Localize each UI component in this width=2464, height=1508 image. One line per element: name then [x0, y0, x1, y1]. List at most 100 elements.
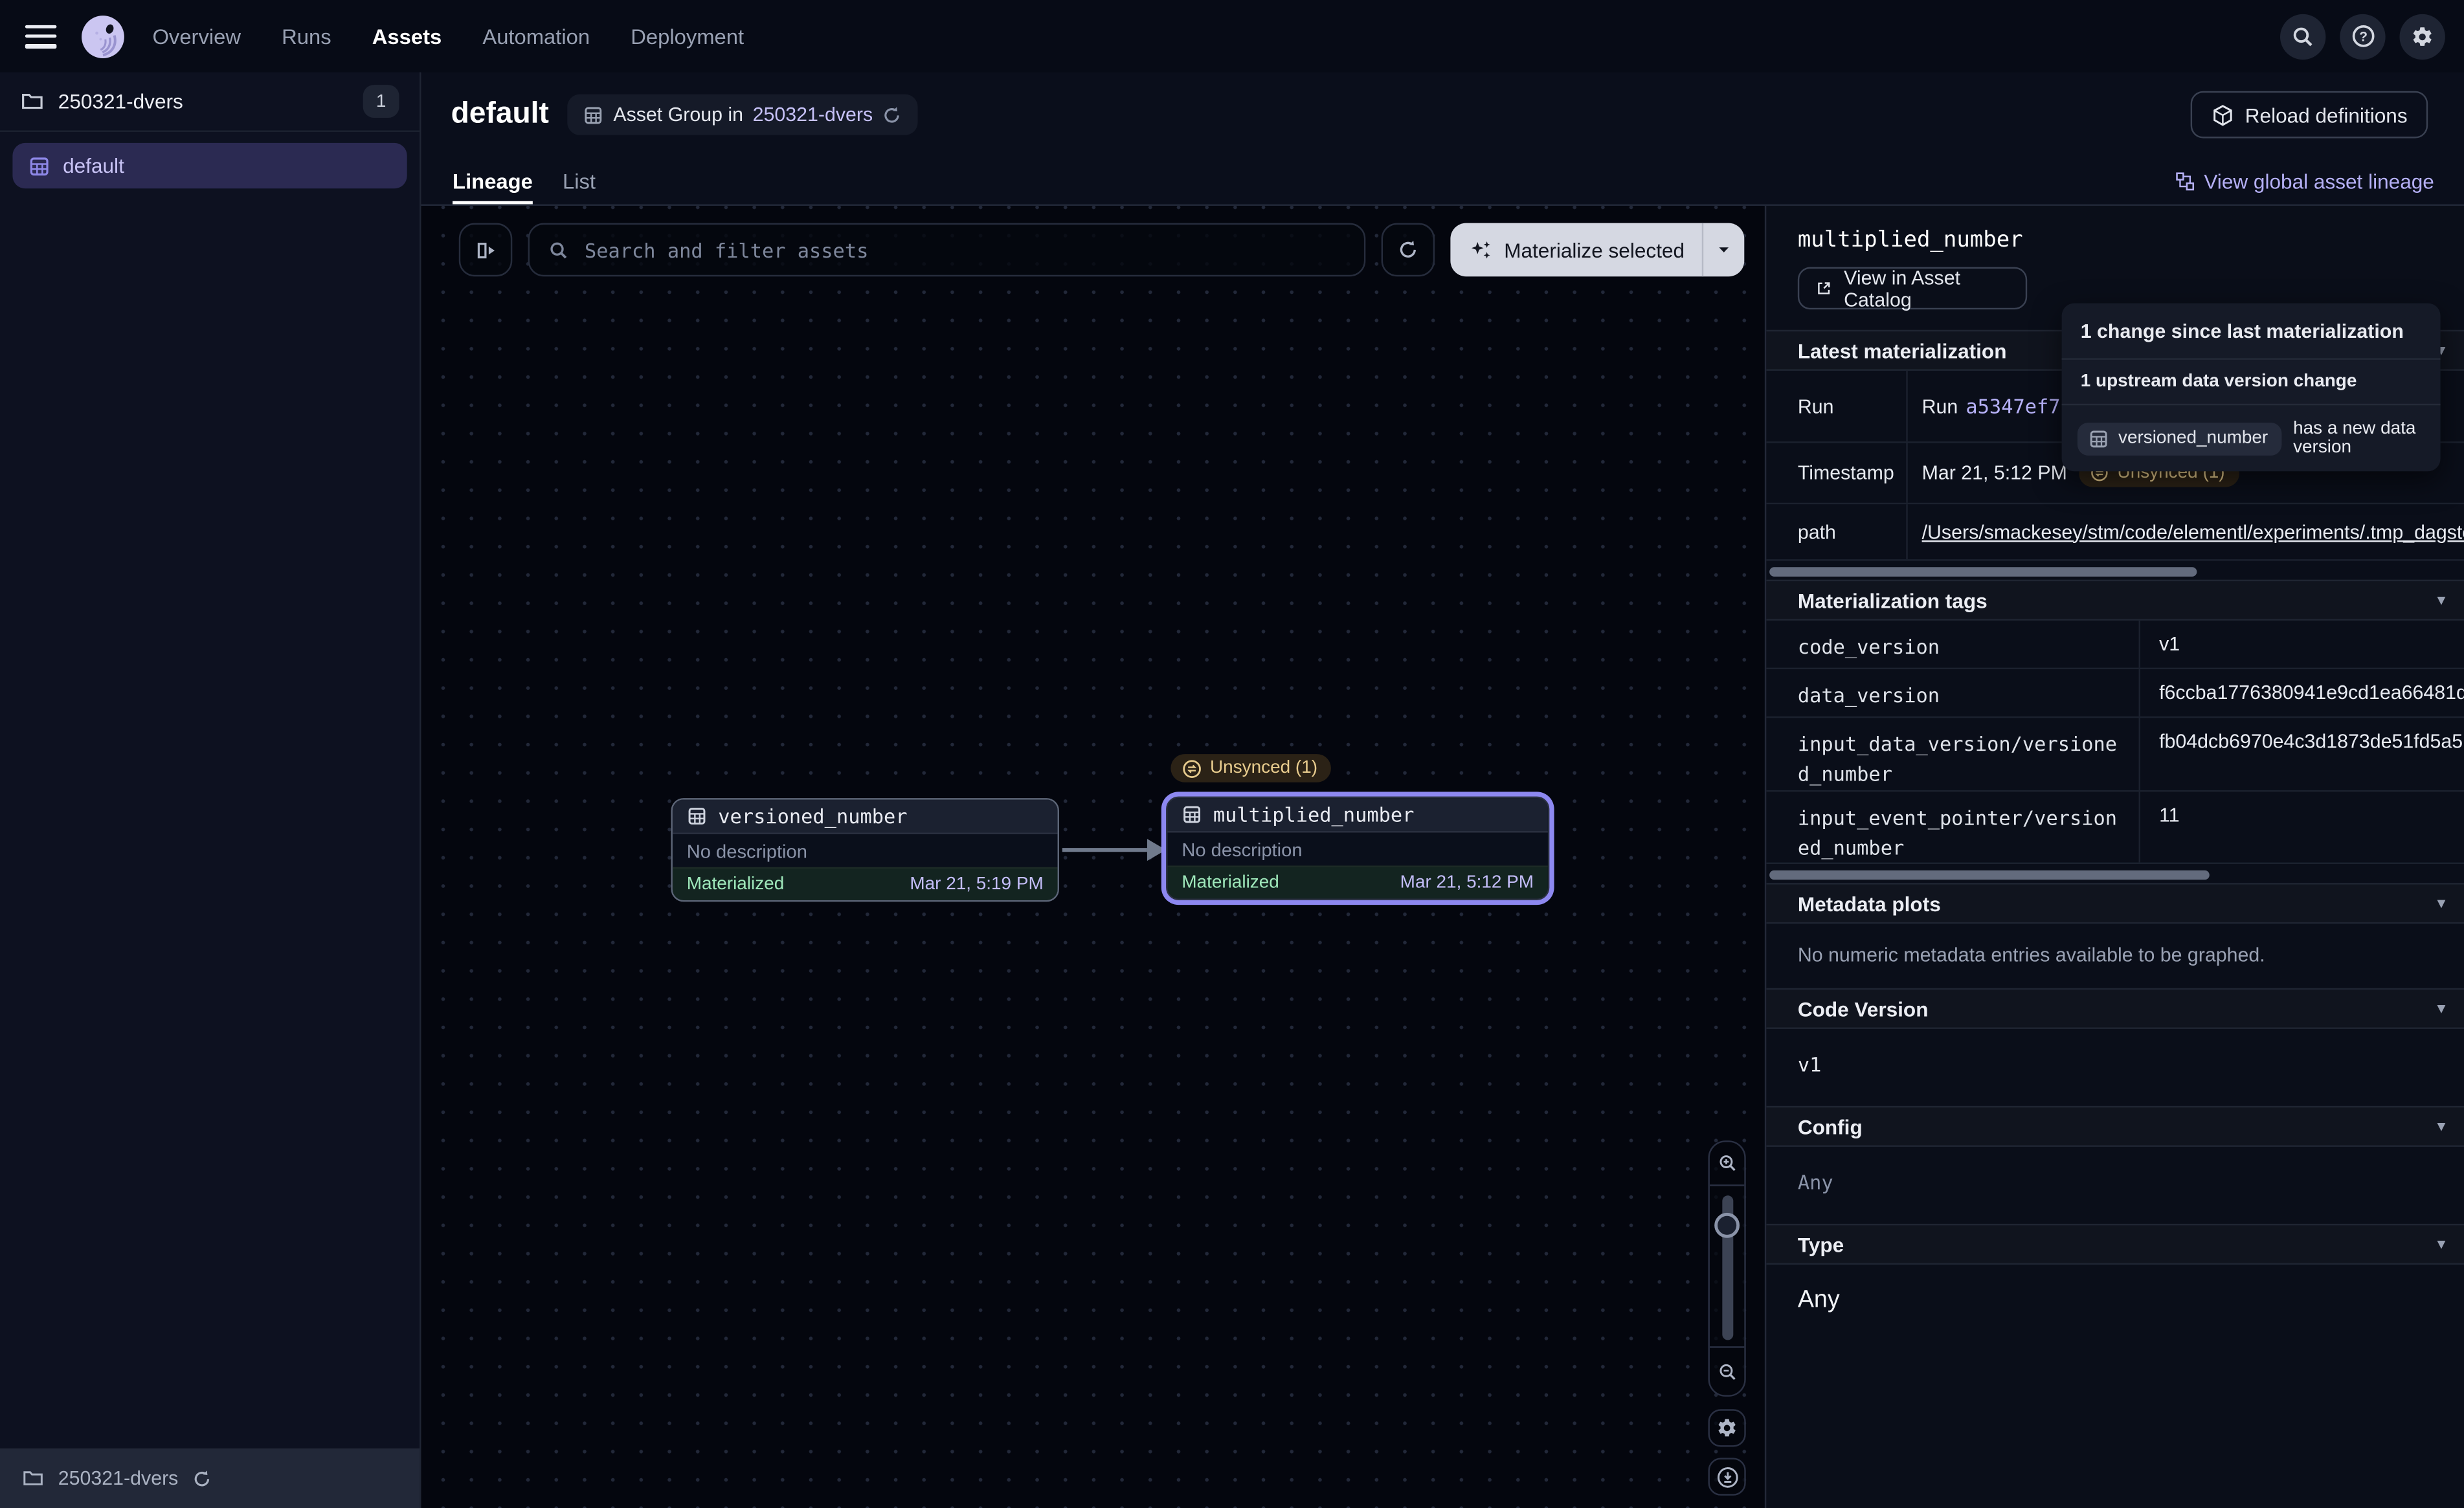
external-link-icon [1815, 278, 1833, 299]
page-title: default [451, 97, 549, 131]
asset-search-box [528, 223, 1366, 277]
asset-node-timestamp: Mar 21, 5:19 PM [910, 875, 1043, 894]
path-link[interactable]: /Users/smackesey/stm/code/elementl/exper… [1922, 521, 2464, 543]
nav-item-runs[interactable]: Runs [282, 25, 331, 48]
sidebar-item-label: default [63, 154, 124, 177]
tag-value: f6ccba1776380941e9cd1ea66481d [2140, 669, 2464, 716]
asset-node-multiplied-number[interactable]: multiplied_number No description Materia… [1166, 797, 1549, 900]
reload-definitions-button[interactable]: Reload definitions [2190, 91, 2428, 139]
row-label: path [1766, 504, 1907, 559]
global-lineage-label: View global asset lineage [2204, 169, 2434, 192]
badge-prefix: Asset Group in [613, 104, 743, 126]
zoom-in-button[interactable] [1710, 1142, 1744, 1185]
reload-box-icon [2210, 103, 2234, 126]
lineage-edge-arrow [1059, 832, 1169, 867]
metadata-plots-empty-text: No numeric metadata entries available to… [1798, 944, 2433, 966]
chevron-down-icon[interactable]: ▼ [2434, 592, 2448, 608]
section-config: Config ▼ [1766, 1106, 2464, 1147]
section-metadata-plots: Metadata plots ▼ [1766, 883, 2464, 924]
table-icon [2089, 428, 2109, 449]
search-icon [548, 239, 569, 260]
asset-group-badge: Asset Group in 250321-dvers [568, 94, 919, 135]
nav-item-assets[interactable]: Assets [372, 25, 442, 48]
asset-chip-versioned-number[interactable]: versioned_number [2078, 422, 2282, 455]
main-content: default Asset Group in 250321-dvers Relo… [421, 72, 2464, 1508]
latest-path-row: path /Users/smackesey/stm/code/elementl/… [1766, 504, 2464, 560]
materialize-dropdown-caret[interactable] [1703, 240, 1744, 259]
sidebar-item-default[interactable]: default [12, 143, 407, 188]
chevron-down-icon[interactable]: ▼ [2434, 1118, 2448, 1134]
sidebar-footer[interactable]: 250321-dvers [0, 1448, 420, 1508]
tab-list[interactable]: List [563, 157, 596, 205]
asset-node-status: Materialized [1182, 874, 1279, 893]
nav-item-automation[interactable]: Automation [482, 25, 590, 48]
section-materialization-tags: Materialization tags ▼ [1766, 580, 2464, 621]
hamburger-menu-icon[interactable] [25, 25, 57, 48]
table-icon [1182, 804, 1202, 825]
run-id-link[interactable]: a5347ef7 [1966, 394, 2060, 417]
nav-item-overview[interactable]: Overview [152, 25, 241, 48]
graph-settings-button[interactable] [1708, 1409, 1745, 1447]
asset-node-description: No description [673, 834, 1058, 867]
changes-popover: 1 change since last materialization 1 up… [2062, 303, 2441, 471]
refresh-graph-button[interactable] [1382, 223, 1435, 277]
sidebar-group-name: 250321-dvers [58, 89, 183, 113]
app-root: Overview Runs Assets Automation Deployme… [0, 0, 2464, 1508]
row-label: Run [1766, 371, 1907, 441]
asset-groups-sidebar: 250321-dvers 1 default 250321-dvers [0, 72, 421, 1508]
section-type: Type ▼ [1766, 1224, 2464, 1265]
horizontal-scrollbar[interactable] [1769, 567, 2197, 577]
tag-key: data_version [1766, 669, 2140, 716]
popover-subtitle: 1 upstream data version change [2062, 360, 2441, 405]
popover-change-text: has a new data version [2293, 419, 2425, 457]
reload-icon[interactable] [192, 1468, 213, 1489]
zoom-slider-knob[interactable] [1714, 1213, 1740, 1238]
download-graph-button[interactable] [1708, 1458, 1745, 1496]
unsynced-badge[interactable]: Unsynced (1) [1170, 754, 1332, 782]
sidebar-group-row[interactable]: 250321-dvers 1 [0, 72, 420, 132]
popover-title: 1 change since last materialization [2062, 303, 2441, 359]
chevron-down-icon[interactable]: ▼ [2434, 896, 2448, 911]
chevron-down-icon[interactable]: ▼ [2434, 1236, 2448, 1252]
lineage-graph-canvas[interactable]: Materialize selected Unsynced (1) [421, 206, 1765, 1508]
settings-button[interactable] [2399, 14, 2445, 59]
nav-actions [2280, 14, 2445, 59]
asset-search-input[interactable] [581, 236, 1345, 263]
sparkles-icon [1470, 238, 1493, 261]
graph-toolbar: Materialize selected [459, 223, 1745, 277]
tag-value: 11 [2140, 792, 2464, 862]
tag-row: code_version v1 [1766, 621, 2464, 669]
tag-row: input_data_version/versioned_number fb04… [1766, 718, 2464, 792]
asset-node-versioned-number[interactable]: versioned_number No description Material… [671, 798, 1059, 902]
dagster-logo[interactable] [78, 12, 127, 60]
tabs-row: Lineage List View global asset lineage [421, 157, 2464, 206]
tab-lineage[interactable]: Lineage [453, 157, 533, 205]
reload-icon[interactable] [882, 104, 903, 125]
tag-row: data_version f6ccba1776380941e9cd1ea6648… [1766, 669, 2464, 718]
chevron-down-icon[interactable]: ▼ [2434, 1001, 2448, 1016]
tag-value: v1 [2140, 621, 2464, 668]
asset-node-name: multiplied_number [1213, 803, 1415, 826]
tag-key: code_version [1766, 621, 2140, 668]
run-prefix: Run [1922, 395, 1958, 417]
tag-key: input_data_version/versioned_number [1766, 718, 2140, 790]
horizontal-scrollbar[interactable] [1769, 870, 2210, 880]
panel-asset-title: multiplied_number [1798, 228, 2433, 253]
view-global-asset-lineage-link[interactable]: View global asset lineage [2174, 157, 2434, 205]
expand-panel-button[interactable] [459, 223, 513, 277]
badge-group-link[interactable]: 250321-dvers [753, 104, 873, 126]
sidebar-group-count-badge: 1 [363, 85, 399, 118]
top-nav: Overview Runs Assets Automation Deployme… [0, 0, 2464, 72]
view-in-asset-catalog-button[interactable]: View in Asset Catalog [1798, 267, 2027, 310]
zoom-slider[interactable] [1710, 1184, 1744, 1347]
folder-icon [21, 89, 44, 113]
popover-change-row: versioned_number has a new data version [2062, 405, 2441, 471]
zoom-out-button[interactable] [1710, 1348, 1744, 1395]
tag-key: input_event_pointer/versioned_number [1766, 792, 2140, 862]
nav-item-deployment[interactable]: Deployment [631, 25, 744, 48]
asset-node-timestamp: Mar 21, 5:12 PM [1400, 874, 1534, 893]
zoom-control [1708, 1140, 1745, 1397]
search-button[interactable] [2280, 14, 2325, 59]
materialize-selected-button[interactable]: Materialize selected [1451, 223, 1745, 277]
help-button[interactable] [2340, 14, 2385, 59]
